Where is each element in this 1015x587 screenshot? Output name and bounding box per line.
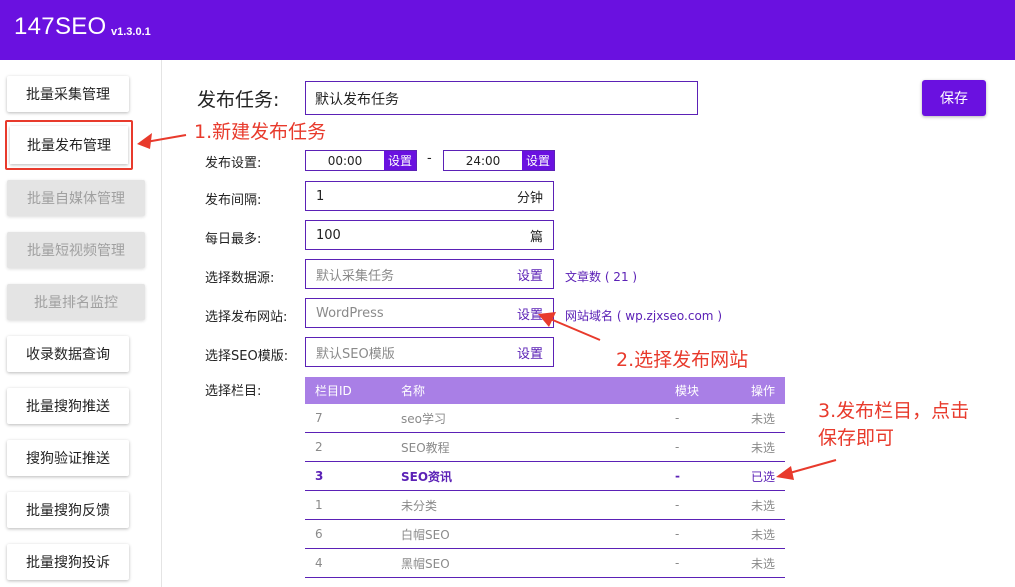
- row-module: -: [675, 527, 680, 541]
- sidebar-item-label: 批量短视频管理: [27, 243, 125, 259]
- row-module: -: [675, 411, 680, 425]
- daily-max-input[interactable]: 100 篇: [305, 220, 554, 250]
- site-set-button[interactable]: 设置: [517, 304, 543, 323]
- daily-max-label: 每日最多:: [205, 232, 262, 247]
- annotation-step-1: 1.新建发布任务: [194, 121, 327, 143]
- daily-max-value: 100: [316, 227, 341, 243]
- site-domain: 网站域名 ( wp.zjxseo.com ): [565, 309, 722, 323]
- header-name: 名称: [401, 384, 426, 398]
- seo-template-select[interactable]: 默认SEO模版 设置: [305, 337, 554, 367]
- end-time-value: 24:00: [465, 153, 501, 168]
- site-select[interactable]: WordPress 设置: [305, 298, 554, 328]
- app-header: 147SEO v1.3.0.1: [0, 0, 1015, 60]
- sidebar-item-label: 批量采集管理: [26, 87, 110, 103]
- row-module: -: [675, 440, 680, 454]
- row-id: 3: [315, 469, 324, 483]
- table-row-selected[interactable]: 3 SEO资讯 - 已选: [305, 462, 785, 491]
- seo-template-set-button[interactable]: 设置: [517, 343, 543, 362]
- row-select-toggle[interactable]: 未选: [751, 549, 775, 577]
- time-range-dash: -: [427, 151, 432, 166]
- row-id: 6: [315, 527, 323, 541]
- sidebar-item-batch-publish[interactable]: 批量发布管理: [5, 120, 133, 170]
- sidebar-item-sogou-verify[interactable]: 搜狗验证推送: [7, 440, 129, 476]
- table-row[interactable]: 2 SEO教程 - 未选: [305, 433, 785, 462]
- column-label: 选择栏目:: [205, 384, 262, 399]
- row-name: SEO资讯: [401, 469, 453, 484]
- app-brand: 147SEO: [14, 13, 107, 40]
- datasource-select[interactable]: 默认采集任务 设置: [305, 259, 554, 289]
- row-name: SEO教程: [401, 440, 450, 455]
- annotation-step-3-line1: 3.发布栏目，点击: [818, 400, 970, 422]
- sidebar-item-rank-monitor: 批量排名监控: [7, 284, 145, 320]
- start-time-set-button[interactable]: 设置: [384, 151, 416, 170]
- sidebar-item-batch-video: 批量短视频管理: [7, 232, 145, 268]
- sidebar-item-label: 批量自媒体管理: [27, 191, 125, 207]
- seo-template-label: 选择SEO模版:: [205, 349, 289, 364]
- header-op: 操作: [750, 384, 775, 398]
- sidebar-item-label: 批量搜狗推送: [26, 399, 110, 415]
- row-select-toggle[interactable]: 未选: [751, 433, 775, 461]
- row-select-toggle[interactable]: 未选: [751, 404, 775, 432]
- table-row[interactable]: 4 黑帽SEO - 未选: [305, 549, 785, 578]
- row-select-toggle[interactable]: 未选: [751, 491, 775, 519]
- sidebar-item-label: 批量排名监控: [34, 295, 118, 311]
- row-module: -: [675, 469, 680, 483]
- table-row[interactable]: 7 seo学习 - 未选: [305, 404, 785, 433]
- publish-setting-label: 发布设置:: [205, 156, 262, 171]
- row-name: seo学习: [401, 411, 446, 426]
- sidebar-item-batch-media: 批量自媒体管理: [7, 180, 145, 216]
- table-header: 栏目ID 名称 模块 操作: [305, 377, 785, 404]
- column-table: 栏目ID 名称 模块 操作 7 seo学习 - 未选 2 SEO教程 - 未选 …: [305, 377, 785, 578]
- datasource-value: 默认采集任务: [316, 268, 395, 284]
- sidebar-item-label: 批量搜狗投诉: [26, 555, 110, 571]
- row-id: 2: [315, 440, 323, 454]
- sidebar-item-batch-collect[interactable]: 批量采集管理: [7, 76, 129, 112]
- start-time-value: 00:00: [327, 153, 363, 168]
- row-id: 1: [315, 498, 323, 512]
- daily-max-unit: 篇: [529, 229, 543, 245]
- table-row[interactable]: 1 未分类 - 未选: [305, 491, 785, 520]
- sidebar-item-label: 批量搜狗反馈: [26, 503, 110, 519]
- sidebar-item-label: 批量发布管理: [27, 138, 111, 154]
- app-version: v1.3.0.1: [111, 26, 151, 38]
- sidebar-item-index-query[interactable]: 收录数据查询: [7, 336, 129, 372]
- row-select-toggle[interactable]: 已选: [751, 462, 775, 490]
- interval-unit: 分钟: [516, 190, 543, 206]
- sidebar-item-sogou-complaint[interactable]: 批量搜狗投诉: [7, 544, 129, 580]
- end-time-set-button[interactable]: 设置: [522, 151, 554, 170]
- seo-template-value: 默认SEO模版: [316, 346, 395, 362]
- sidebar-item-sogou-push[interactable]: 批量搜狗推送: [7, 388, 129, 424]
- task-label: 发布任务:: [197, 89, 280, 111]
- article-count: 文章数 ( 21 ): [565, 270, 638, 284]
- interval-input[interactable]: 1 分钟: [305, 181, 554, 211]
- row-module: -: [675, 498, 680, 512]
- row-module: -: [675, 556, 680, 570]
- end-time-field[interactable]: 24:00 设置: [443, 150, 555, 171]
- row-id: 7: [315, 411, 323, 425]
- annotation-step-3-line2: 保存即可: [818, 427, 895, 449]
- interval-value: 1: [316, 188, 325, 204]
- start-time-field[interactable]: 00:00 设置: [305, 150, 417, 171]
- row-select-toggle[interactable]: 未选: [751, 520, 775, 548]
- sidebar-item-label: 搜狗验证推送: [26, 451, 110, 467]
- sidebar-item-label: 收录数据查询: [26, 347, 110, 363]
- row-id: 4: [315, 556, 323, 570]
- task-name-input[interactable]: 默认发布任务: [305, 81, 698, 115]
- header-id: 栏目ID: [315, 384, 352, 398]
- interval-label: 发布间隔:: [205, 193, 262, 208]
- site-value: WordPress: [316, 305, 384, 321]
- sidebar-item-sogou-feedback[interactable]: 批量搜狗反馈: [7, 492, 129, 528]
- site-label: 选择发布网站:: [205, 310, 288, 325]
- datasource-label: 选择数据源:: [205, 271, 275, 286]
- sidebar: 批量采集管理 批量发布管理 批量自媒体管理 批量短视频管理 批量排名监控 收录数…: [0, 60, 162, 587]
- save-button[interactable]: 保存: [922, 80, 986, 116]
- table-row[interactable]: 6 白帽SEO - 未选: [305, 520, 785, 549]
- row-name: 未分类: [401, 498, 438, 513]
- datasource-set-button[interactable]: 设置: [517, 265, 543, 284]
- sidebar-item-inner: 批量发布管理: [10, 126, 128, 164]
- row-name: 黑帽SEO: [401, 556, 450, 571]
- row-name: 白帽SEO: [401, 527, 450, 542]
- header-module: 模块: [675, 384, 700, 398]
- annotation-step-2: 2.选择发布网站: [616, 349, 749, 371]
